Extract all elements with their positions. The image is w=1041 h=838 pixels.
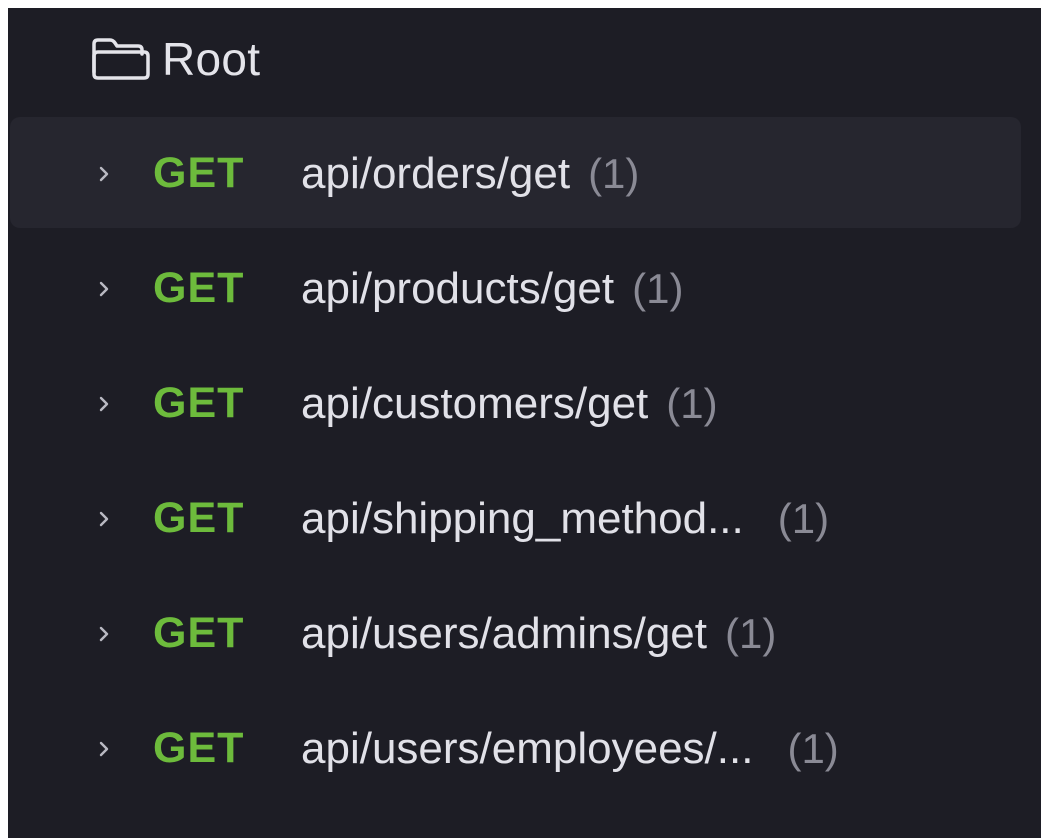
request-count: (1): [725, 609, 777, 657]
request-count: (1): [666, 379, 718, 427]
chevron-right-icon[interactable]: [94, 739, 114, 759]
endpoint-row-products[interactable]: GET api/products/get (1): [8, 231, 1041, 346]
chevron-right-icon[interactable]: [94, 394, 114, 414]
endpoint-row-shipping-methods[interactable]: GET api/shipping_method... (1): [8, 461, 1041, 576]
endpoint-row-users-employees[interactable]: GET api/users/employees/... (1): [8, 691, 1041, 806]
endpoint-path: api/orders/get: [301, 148, 571, 198]
http-method-badge: GET: [153, 264, 245, 312]
request-tree-panel: Root GET api/orders/get (1) GET api/prod…: [8, 8, 1041, 838]
endpoint-row-customers[interactable]: GET api/customers/get (1): [8, 346, 1041, 461]
root-folder[interactable]: Root: [90, 30, 260, 88]
request-count: (1): [632, 264, 684, 312]
chevron-right-icon[interactable]: [94, 279, 114, 299]
request-count: (1): [787, 724, 839, 772]
chevron-right-icon[interactable]: [94, 164, 114, 184]
endpoint-path: api/products/get: [301, 263, 615, 313]
endpoint-path: api/customers/get: [301, 378, 649, 428]
endpoint-row-orders[interactable]: GET api/orders/get (1): [8, 116, 1041, 231]
http-method-badge: GET: [153, 379, 245, 427]
endpoint-path: api/users/employees/...: [301, 723, 754, 773]
root-folder-label: Root: [162, 33, 261, 85]
endpoint-row-users-admins[interactable]: GET api/users/admins/get (1): [8, 576, 1041, 691]
http-method-badge: GET: [153, 149, 245, 197]
endpoint-path: api/users/admins/get: [301, 608, 707, 658]
request-count: (1): [777, 494, 830, 542]
http-method-badge: GET: [153, 609, 245, 657]
chevron-right-icon[interactable]: [94, 624, 114, 644]
http-method-badge: GET: [153, 494, 245, 542]
request-count: (1): [588, 149, 640, 197]
http-method-badge: GET: [153, 724, 245, 772]
chevron-right-icon[interactable]: [94, 509, 114, 529]
endpoint-list: GET api/orders/get (1) GET api/products/…: [8, 116, 1041, 806]
folder-icon: [90, 36, 152, 82]
endpoint-path: api/shipping_method...: [301, 493, 744, 543]
